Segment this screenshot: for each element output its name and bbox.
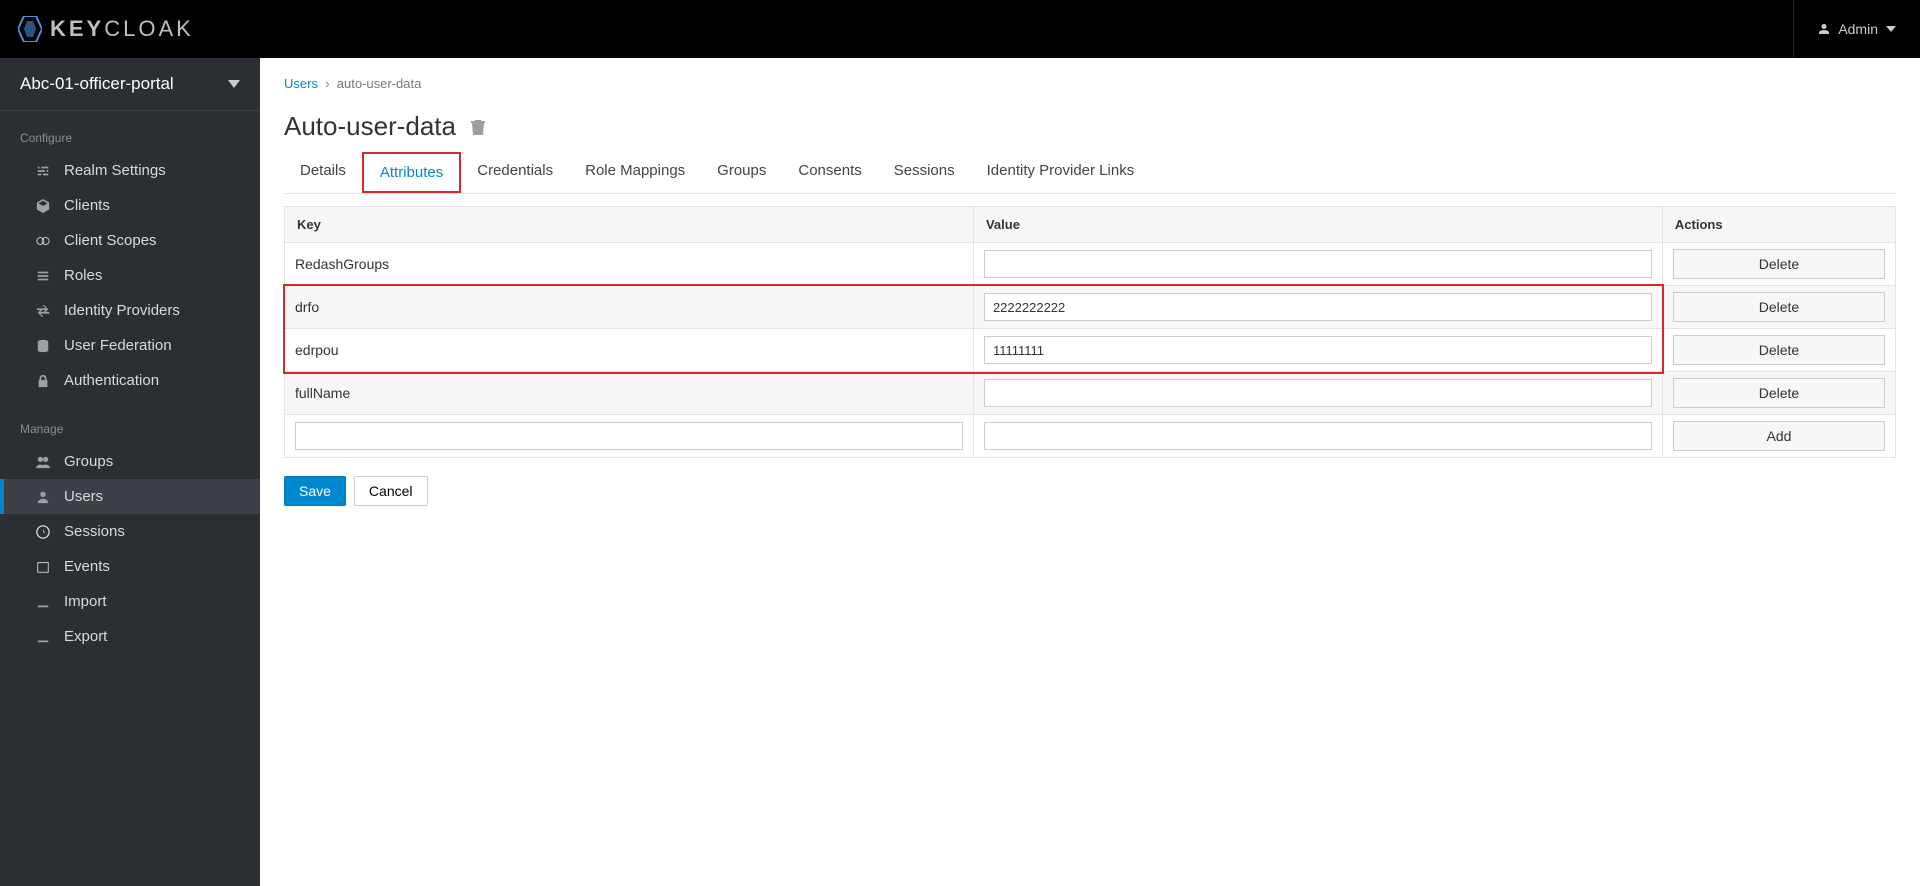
delete-button[interactable]: Delete: [1673, 378, 1885, 408]
main-content: Users › auto-user-data Auto-user-data De…: [260, 58, 1920, 886]
attr-value-input[interactable]: [984, 250, 1652, 278]
table-row: drfo Delete: [285, 286, 1896, 329]
database-icon: [36, 339, 50, 353]
attr-key: fullName: [285, 372, 974, 415]
sliders-icon: [36, 164, 50, 178]
attr-key: RedashGroups: [285, 243, 974, 286]
th-value: Value: [973, 207, 1662, 243]
breadcrumb-current: auto-user-data: [337, 76, 422, 91]
cancel-button[interactable]: Cancel: [354, 476, 428, 506]
admin-dropdown[interactable]: Admin: [1793, 0, 1896, 58]
sidebar-item-realm-settings[interactable]: Realm Settings: [0, 153, 260, 188]
th-key: Key: [285, 207, 974, 243]
tabs: Details Attributes Credentials Role Mapp…: [284, 152, 1896, 194]
sidebar-section-configure: Configure: [0, 123, 260, 153]
sidebar-item-import[interactable]: Import: [0, 584, 260, 619]
tab-attributes[interactable]: Attributes: [362, 152, 461, 193]
page-title: Auto-user-data: [284, 111, 1896, 142]
logo[interactable]: KEYCLOAK: [18, 16, 194, 42]
realm-selector[interactable]: Abc-01-officer-portal: [0, 58, 260, 111]
breadcrumb-users-link[interactable]: Users: [284, 76, 318, 91]
attr-value-input[interactable]: [984, 336, 1652, 364]
trash-icon[interactable]: [470, 118, 486, 136]
breadcrumb: Users › auto-user-data: [284, 76, 1896, 91]
sidebar-item-export[interactable]: Export: [0, 619, 260, 654]
sidebar-item-clients[interactable]: Clients: [0, 188, 260, 223]
save-button[interactable]: Save: [284, 476, 346, 506]
export-icon: [36, 630, 50, 644]
sidebar-item-client-scopes[interactable]: Client Scopes: [0, 223, 260, 258]
sidebar-section-manage: Manage: [0, 414, 260, 444]
chevron-down-icon: [228, 80, 240, 88]
cube-icon: [36, 199, 50, 213]
table-row: fullName Delete: [285, 372, 1896, 415]
sidebar-item-events[interactable]: Events: [0, 549, 260, 584]
new-attr-value-input[interactable]: [984, 422, 1652, 450]
delete-button[interactable]: Delete: [1673, 292, 1885, 322]
button-row: Save Cancel: [284, 476, 1896, 506]
tab-groups[interactable]: Groups: [701, 152, 782, 193]
table-row: RedashGroups Delete: [285, 243, 1896, 286]
calendar-icon: [36, 560, 50, 574]
clock-icon: [36, 525, 50, 539]
sidebar-item-roles[interactable]: Roles: [0, 258, 260, 293]
user-icon: [36, 490, 50, 504]
brand-text: KEYCLOAK: [50, 16, 194, 42]
lock-icon: [36, 374, 50, 388]
user-icon: [1818, 23, 1830, 35]
tab-consents[interactable]: Consents: [782, 152, 877, 193]
admin-label: Admin: [1838, 21, 1878, 37]
delete-button[interactable]: Delete: [1673, 249, 1885, 279]
tab-role-mappings[interactable]: Role Mappings: [569, 152, 701, 193]
attr-value-input[interactable]: [984, 293, 1652, 321]
table-row: edrpou Delete: [285, 329, 1896, 372]
sidebar-item-identity-providers[interactable]: Identity Providers: [0, 293, 260, 328]
tab-credentials[interactable]: Credentials: [461, 152, 569, 193]
realm-name: Abc-01-officer-portal: [20, 74, 174, 94]
tab-sessions[interactable]: Sessions: [878, 152, 971, 193]
sidebar-item-groups[interactable]: Groups: [0, 444, 260, 479]
attributes-table: Key Value Actions RedashGroups Delete dr…: [284, 206, 1896, 458]
topbar: KEYCLOAK Admin: [0, 0, 1920, 58]
roles-icon: [36, 269, 50, 283]
sidebar: Abc-01-officer-portal Configure Realm Se…: [0, 58, 260, 886]
sidebar-item-sessions[interactable]: Sessions: [0, 514, 260, 549]
th-actions: Actions: [1662, 207, 1895, 243]
add-button[interactable]: Add: [1673, 421, 1885, 451]
attr-key: drfo: [285, 286, 974, 329]
tab-identity-provider-links[interactable]: Identity Provider Links: [971, 152, 1151, 193]
sidebar-item-authentication[interactable]: Authentication: [0, 363, 260, 398]
sidebar-item-user-federation[interactable]: User Federation: [0, 328, 260, 363]
attr-key: edrpou: [285, 329, 974, 372]
exchange-icon: [36, 304, 50, 318]
groups-icon: [36, 455, 50, 469]
scopes-icon: [36, 234, 50, 248]
chevron-down-icon: [1886, 24, 1896, 34]
tab-details[interactable]: Details: [284, 152, 362, 193]
attr-value-input[interactable]: [984, 379, 1652, 407]
import-icon: [36, 595, 50, 609]
delete-button[interactable]: Delete: [1673, 335, 1885, 365]
table-row-new: Add: [285, 415, 1896, 458]
new-attr-key-input[interactable]: [295, 422, 963, 450]
keycloak-logo-icon: [18, 16, 42, 42]
sidebar-item-users[interactable]: Users: [0, 479, 260, 514]
